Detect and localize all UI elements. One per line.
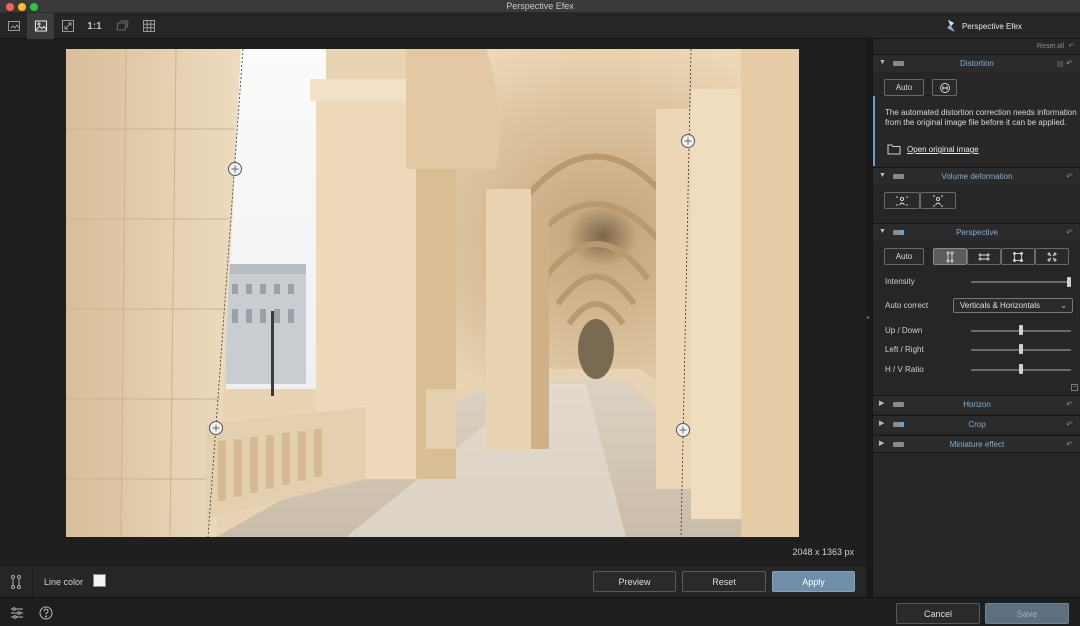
up-down-label: Up / Down: [885, 326, 923, 335]
four-points-icon: [1047, 252, 1057, 261]
guide-handle-bottom-right[interactable]: [675, 422, 691, 438]
split-view-icon: [7, 21, 20, 31]
section-title: Horizon: [963, 400, 991, 409]
guide-handle-top-right[interactable]: [680, 133, 696, 149]
undo-icon[interactable]: ↶: [1066, 172, 1075, 181]
undo-icon[interactable]: ↶: [1066, 228, 1075, 237]
section-crop-header[interactable]: ▶ Crop ↶: [873, 415, 1080, 433]
help-icon[interactable]: [39, 606, 53, 620]
undo-icon[interactable]: ↶: [1066, 420, 1075, 429]
compare-view-button[interactable]: [0, 13, 27, 39]
distortion-auto-button[interactable]: Auto: [884, 79, 924, 96]
guide-handle-bottom-left[interactable]: [208, 420, 224, 436]
up-down-slider-knob[interactable]: [1019, 325, 1023, 335]
fit-to-screen-button[interactable]: [54, 13, 81, 39]
stacked-layers-icon: [115, 20, 129, 31]
volume-horizontal-button[interactable]: [884, 192, 920, 209]
section-miniature-header[interactable]: ▶ Miniature effect ↶: [873, 435, 1080, 453]
brand: Perspective Efex: [946, 19, 1022, 33]
rectangle-mode-button[interactable]: [1001, 248, 1035, 265]
cancel-button[interactable]: Cancel: [896, 603, 980, 624]
horizontal-lines-icon: [978, 253, 990, 260]
vertical-lines-tool-icon[interactable]: [8, 574, 24, 590]
reset-button[interactable]: Reset: [682, 571, 766, 592]
hv-ratio-label: H / V Ratio: [885, 365, 924, 374]
chevron-right-icon: ▸: [867, 315, 871, 321]
title-bar: Perspective Efex: [0, 0, 1080, 13]
section-title: Perspective: [956, 228, 998, 237]
person-horizontal-icon: [896, 195, 908, 206]
undo-icon[interactable]: ↶: [1066, 59, 1075, 68]
photo-preview[interactable]: [66, 49, 799, 537]
image-icon: [34, 20, 47, 32]
open-original-image-link[interactable]: Open original image: [907, 145, 979, 154]
lens-icon: [939, 82, 950, 93]
toolbar: 1:1 Perspective Efex: [0, 13, 1080, 39]
save-button[interactable]: Save: [985, 603, 1069, 624]
lens-profile-button[interactable]: [932, 79, 957, 96]
horizontal-lines-mode-button[interactable]: [967, 248, 1001, 265]
line-color-swatch[interactable]: [93, 574, 106, 587]
apply-button[interactable]: Apply: [772, 571, 855, 592]
section-title: Distortion: [960, 59, 994, 68]
image-dimensions: 2048 x 1363 px: [792, 547, 854, 557]
reset-all-button[interactable]: Reset all ↶: [1036, 42, 1074, 51]
window-title: Perspective Efex: [506, 1, 574, 11]
hv-ratio-slider-knob[interactable]: [1019, 364, 1023, 374]
trash-icon[interactable]: ▤: [1057, 60, 1064, 68]
chevron-down-icon: ⌄: [1060, 301, 1067, 310]
vertical-lines-icon: [946, 251, 954, 262]
line-color-label: Line color: [44, 577, 84, 587]
intensity-label: Intensity: [885, 277, 915, 286]
collapse-section-button[interactable]: −: [1071, 384, 1078, 391]
settings-sliders-icon[interactable]: [10, 606, 24, 620]
undo-icon: ↶: [1068, 43, 1074, 50]
fit-screen-icon: [61, 20, 74, 32]
actual-size-button[interactable]: 1:1: [81, 13, 108, 39]
undo-icon[interactable]: ↶: [1066, 400, 1075, 409]
undo-icon[interactable]: ↶: [1066, 440, 1075, 449]
line-tool-bar: Line color Preview Reset Apply: [0, 565, 866, 598]
section-horizon-header[interactable]: ▶ Horizon ↶: [873, 395, 1080, 413]
loupe-button[interactable]: [108, 13, 135, 39]
section-volume-header[interactable]: ▼ Volume deformation ↶: [873, 167, 1080, 185]
guide-handle-top-left[interactable]: [227, 161, 243, 177]
person-vertical-icon: [933, 195, 943, 206]
volume-vertical-button[interactable]: [920, 192, 956, 209]
rectangle-corners-icon: [1013, 251, 1023, 262]
preview-button[interactable]: Preview: [593, 571, 676, 592]
grid-icon: [142, 20, 155, 32]
adjustments-panel: Reset all ↶ ▼ Distortion ▤ ↶ Auto The au…: [872, 39, 1080, 597]
folder-icon: [887, 144, 901, 155]
section-perspective-header[interactable]: ▼ Perspective ↶: [873, 223, 1080, 241]
status-bar: Cancel Save: [0, 597, 1080, 626]
intensity-slider-track[interactable]: [971, 281, 1071, 283]
perspective-auto-button[interactable]: Auto: [884, 248, 924, 265]
left-right-slider-knob[interactable]: [1019, 344, 1023, 354]
auto-correct-label: Auto correct: [885, 301, 929, 310]
one-to-one-label: 1:1: [87, 20, 102, 32]
section-title: Miniature effect: [949, 440, 1005, 449]
reset-all-label: Reset all: [1036, 42, 1065, 50]
distortion-info-box: The automated distortion correction need…: [873, 96, 1080, 166]
auto-correct-value: Verticals & Horizontals: [960, 301, 1041, 310]
grid-toggle-button[interactable]: [135, 13, 162, 39]
separator: [32, 566, 33, 598]
distortion-info-text: The automated distortion correction need…: [885, 108, 1077, 127]
auto-correct-select[interactable]: Verticals & Horizontals ⌄: [953, 298, 1073, 313]
image-canvas[interactable]: 2048 x 1363 px: [0, 39, 866, 565]
intensity-slider-knob[interactable]: [1067, 277, 1071, 287]
perspective-efex-logo-icon: [946, 20, 955, 32]
section-title: Crop: [968, 420, 986, 429]
left-right-label: Left / Right: [885, 345, 924, 354]
free-points-mode-button[interactable]: [1035, 248, 1069, 265]
section-distortion-header[interactable]: ▼ Distortion ▤ ↶: [873, 54, 1080, 72]
brand-name: Perspective Efex: [961, 21, 1022, 31]
section-title: Volume deformation: [941, 172, 1013, 181]
single-view-button[interactable]: [27, 13, 54, 39]
vertical-lines-mode-button[interactable]: [933, 248, 967, 265]
